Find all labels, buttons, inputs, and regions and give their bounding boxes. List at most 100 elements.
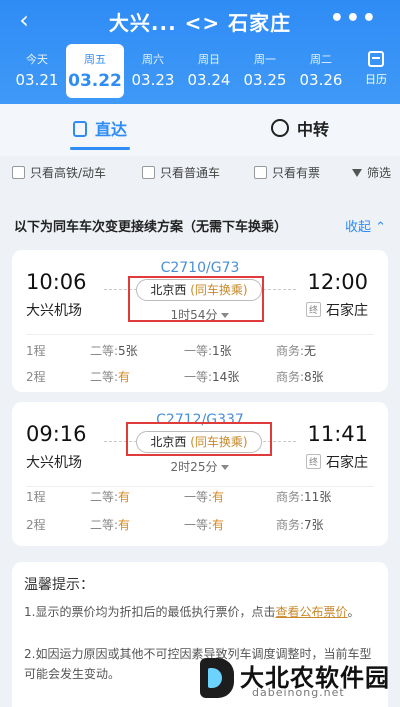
caret-down-icon: [221, 465, 230, 470]
date-item-3[interactable]: 周日 03.24: [180, 44, 238, 94]
filter-label: 只看普通车: [160, 166, 221, 180]
leg-row: 2程 二等:有 一等:有 商务:7张: [26, 516, 374, 534]
funnel-icon: [352, 169, 362, 177]
date-value: 03.26: [299, 71, 343, 89]
date-weekday: 周六: [142, 53, 164, 66]
seat-label: 商务:: [276, 370, 305, 384]
trip-card[interactable]: C2712/G337 09:16 11:41 北京西 (同车换乘) 大兴机场 终…: [12, 402, 388, 546]
seat-value: 有: [118, 518, 131, 532]
leg-row: 2程 二等:有 一等:14张 商务:8张: [26, 368, 374, 386]
duration[interactable]: 2时25分: [12, 458, 388, 475]
seat-value: 有: [212, 518, 225, 532]
seat-label: 一等:: [184, 344, 213, 358]
calendar-button[interactable]: 日历: [360, 48, 392, 87]
tips-line-1-suffix: 。: [347, 605, 360, 619]
seat-value: 7张: [304, 518, 324, 532]
date-item-4[interactable]: 周一 03.25: [236, 44, 294, 94]
date-weekday: 周一: [254, 53, 276, 66]
checkbox[interactable]: [254, 166, 267, 179]
duration-value: 1时54分: [170, 308, 218, 322]
watermark-url: dabeinong.net: [252, 686, 345, 699]
tab-bar: 直达 中转: [0, 104, 400, 156]
date-weekday: 周五: [84, 53, 106, 66]
leg-row: 1程 二等:5张 一等:1张 商务:无: [26, 342, 374, 360]
date-value: 03.22: [68, 71, 122, 91]
seat-label: 一等:: [184, 370, 213, 384]
watermark: 大北农软件园 dabeinong.net: [200, 654, 396, 704]
seat-label: 二等:: [90, 490, 119, 504]
filter-available[interactable]: 只看有票: [254, 164, 320, 181]
leg-label: 2程: [26, 370, 46, 384]
filter-button[interactable]: 筛选: [352, 164, 391, 181]
date-weekday: 今天: [26, 53, 48, 66]
watermark-logo-icon: [200, 658, 234, 698]
highlight-box: [126, 422, 272, 456]
seat-label: 商务:: [276, 518, 305, 532]
divider: [26, 486, 374, 487]
date-item-5[interactable]: 周二 03.26: [292, 44, 350, 94]
title-bar: ‹ 大兴... <> 石家庄 •••: [0, 0, 400, 40]
tips-line-1-text: 1.显示的票价均为折扣后的最低执行票价，点击: [24, 605, 276, 619]
train-icon: [72, 121, 87, 137]
seat-value: 有: [118, 370, 131, 384]
leg-label: 1程: [26, 490, 46, 504]
seat-value: 14张: [212, 370, 240, 384]
seat-label: 二等:: [90, 518, 119, 532]
tab-direct[interactable]: 直达: [0, 104, 200, 156]
seat-label: 二等:: [90, 370, 119, 384]
seat-value: 1张: [212, 344, 232, 358]
filter-label: 只看有票: [272, 166, 321, 180]
filter-normal-train[interactable]: 只看普通车: [142, 164, 220, 181]
header-bar: ‹ 大兴... <> 石家庄 ••• 今天 03.21 周五 03.22 周六 …: [0, 0, 400, 104]
date-value: 03.24: [187, 71, 231, 89]
filter-label: 只看高铁/动车: [30, 166, 107, 180]
filter-button-label: 筛选: [367, 166, 392, 180]
seat-value: 5张: [118, 344, 138, 358]
seat-value: 有: [118, 490, 131, 504]
arrival-time: 11:41: [307, 422, 368, 446]
seat-value: 8张: [304, 370, 324, 384]
date-value: 03.23: [131, 71, 175, 89]
tab-label: 中转: [296, 120, 329, 139]
date-item-2[interactable]: 周六 03.23: [124, 44, 182, 94]
leg-row: 1程 二等:有 一等:有 商务:11张: [26, 488, 374, 506]
seat-label: 商务:: [276, 344, 305, 358]
filter-high-speed[interactable]: 只看高铁/动车: [12, 164, 106, 181]
divider: [26, 334, 374, 335]
checkbox[interactable]: [142, 166, 155, 179]
date-strip: 今天 03.21 周五 03.22 周六 03.23 周日 03.24 周一 0…: [0, 44, 400, 98]
duration[interactable]: 1时54分: [12, 306, 388, 323]
tips-line-1: 1.显示的票价均为折扣后的最低执行票价，点击查看公布票价。: [24, 602, 376, 622]
tab-label: 直达: [94, 120, 127, 139]
leg-label: 1程: [26, 344, 46, 358]
arrival-time: 12:00: [307, 270, 368, 294]
more-dots-icon[interactable]: •••: [330, 6, 378, 31]
departure-time: 09:16: [26, 422, 87, 446]
caret-down-icon: [221, 313, 230, 318]
leg-label: 2程: [26, 518, 46, 532]
duration-value: 2时25分: [170, 460, 218, 474]
tab-transfer[interactable]: 中转: [200, 104, 400, 156]
seat-value: 有: [212, 490, 225, 504]
date-item-0[interactable]: 今天 03.21: [8, 44, 66, 94]
departure-time: 10:06: [26, 270, 87, 294]
seat-label: 二等:: [90, 344, 119, 358]
date-weekday: 周二: [310, 53, 332, 66]
collapse-label: 收起: [344, 220, 371, 235]
section-title: 以下为同车车次变更接续方案（无需下车换乘）: [14, 220, 288, 235]
train-round-icon: [270, 119, 289, 137]
collapse-button[interactable]: 收起 ⌃: [345, 216, 386, 235]
date-value: 03.21: [15, 71, 59, 89]
seat-value: 无: [304, 344, 317, 358]
date-item-1[interactable]: 周五 03.22: [66, 44, 124, 98]
seat-value: 11张: [304, 490, 332, 504]
trip-card[interactable]: C2710/G73 10:06 12:00 北京西 (同车换乘) 大兴机场 终石…: [12, 250, 388, 392]
calendar-icon: [368, 51, 384, 67]
date-weekday: 周日: [198, 53, 220, 66]
seat-label: 商务:: [276, 490, 305, 504]
tips-title: 温馨提示：: [24, 577, 94, 593]
seat-label: 一等:: [184, 490, 213, 504]
checkbox[interactable]: [12, 166, 25, 179]
fare-link[interactable]: 查看公布票价: [275, 605, 347, 619]
seat-label: 一等:: [184, 518, 213, 532]
